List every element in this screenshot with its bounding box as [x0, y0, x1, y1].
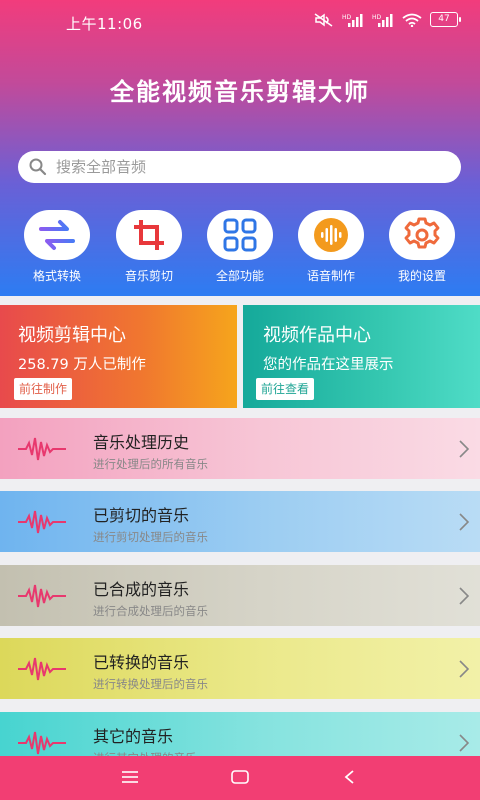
signal-hd-icon: HD: [372, 13, 393, 27]
battery-icon: 47: [430, 12, 461, 27]
grid-icon: [223, 218, 257, 252]
quick-action-music-cut[interactable]: 音乐剪切: [104, 210, 194, 284]
svg-text:HD: HD: [342, 14, 352, 21]
voice-wave-icon: [314, 218, 348, 252]
status-bar: 上午11:06 HD HD 47: [0, 0, 480, 44]
list-item-merged[interactable]: 已合成的音乐 进行合成处理后的音乐: [0, 565, 480, 626]
list-item-subtitle: 进行转换处理后的音乐: [93, 677, 208, 691]
go-view-button[interactable]: 前往查看: [256, 378, 315, 400]
sound-wave-icon: [18, 657, 66, 681]
quick-actions: 格式转换 音乐剪切 全部功能 语音制作 我的设置: [0, 210, 480, 290]
quick-action-all-functions[interactable]: 全部功能: [195, 210, 285, 284]
sound-wave-icon: [18, 510, 66, 534]
back-icon[interactable]: [342, 768, 356, 786]
status-icons: HD HD 47: [314, 12, 461, 27]
mute-icon: [314, 12, 333, 27]
list-item-title: 音乐处理历史: [93, 433, 190, 452]
quick-action-label: 全部功能: [215, 269, 264, 283]
list-item-title: 其它的音乐: [93, 727, 174, 746]
crop-icon: [134, 220, 164, 250]
signal-hd-icon: HD: [342, 13, 363, 27]
menu-icon[interactable]: [121, 768, 139, 786]
card-title: 视频作品中心: [263, 325, 371, 346]
list-item-converted[interactable]: 已转换的音乐 进行转换处理后的音乐: [0, 638, 480, 699]
chevron-right-icon: [459, 734, 470, 752]
quick-action-my-settings[interactable]: 我的设置: [377, 210, 467, 284]
list-item-subtitle: 进行剪切处理后的音乐: [93, 530, 208, 544]
search-icon: [29, 158, 47, 176]
card-subtitle: 258.79 万人已制作: [18, 357, 146, 373]
list-item-history[interactable]: 音乐处理历史 进行处理后的所有音乐: [0, 418, 480, 479]
list-item-cut[interactable]: 已剪切的音乐 进行剪切处理后的音乐: [0, 491, 480, 552]
home-icon[interactable]: [230, 768, 250, 786]
list-item-title: 已转换的音乐: [93, 653, 190, 672]
quick-action-label: 音乐剪切: [124, 269, 173, 283]
quick-action-label: 语音制作: [306, 269, 355, 283]
sound-wave-icon: [18, 584, 66, 608]
status-time: 上午11:06: [66, 15, 143, 33]
sound-wave-icon: [18, 437, 66, 461]
list-item-title: 已剪切的音乐: [93, 506, 190, 525]
list-item-subtitle: 进行合成处理后的音乐: [93, 604, 208, 618]
quick-action-voice-make[interactable]: 语音制作: [286, 210, 376, 284]
quick-action-label: 我的设置: [397, 269, 446, 283]
search-input[interactable]: [54, 157, 438, 177]
video-edit-center-card[interactable]: 视频剪辑中心 258.79 万人已制作 前往制作: [0, 305, 237, 408]
wifi-icon: [402, 13, 422, 27]
search-bar[interactable]: [18, 151, 461, 183]
quick-action-format-convert[interactable]: 格式转换: [12, 210, 102, 284]
video-works-center-card[interactable]: 视频作品中心 您的作品在这里展示 前往查看: [243, 305, 480, 408]
system-navigation-bar: [0, 756, 480, 800]
app-title: 全能视频音乐剪辑大师: [110, 78, 370, 106]
gear-icon: [404, 217, 440, 249]
card-title: 视频剪辑中心: [18, 325, 126, 346]
chevron-right-icon: [459, 440, 470, 458]
list-item-title: 已合成的音乐: [93, 580, 190, 599]
chevron-right-icon: [459, 587, 470, 605]
quick-action-label: 格式转换: [32, 269, 81, 283]
sound-wave-icon: [18, 731, 66, 755]
chevron-right-icon: [459, 513, 470, 531]
svg-text:HD: HD: [372, 14, 382, 21]
card-subtitle: 您的作品在这里展示: [263, 357, 394, 373]
list-item-subtitle: 进行处理后的所有音乐: [93, 457, 208, 471]
convert-arrows-icon: [39, 220, 75, 250]
go-make-button[interactable]: 前往制作: [14, 378, 73, 400]
feature-cards: 视频剪辑中心 258.79 万人已制作 前往制作 视频作品中心 您的作品在这里展…: [0, 305, 480, 408]
chevron-right-icon: [459, 660, 470, 678]
